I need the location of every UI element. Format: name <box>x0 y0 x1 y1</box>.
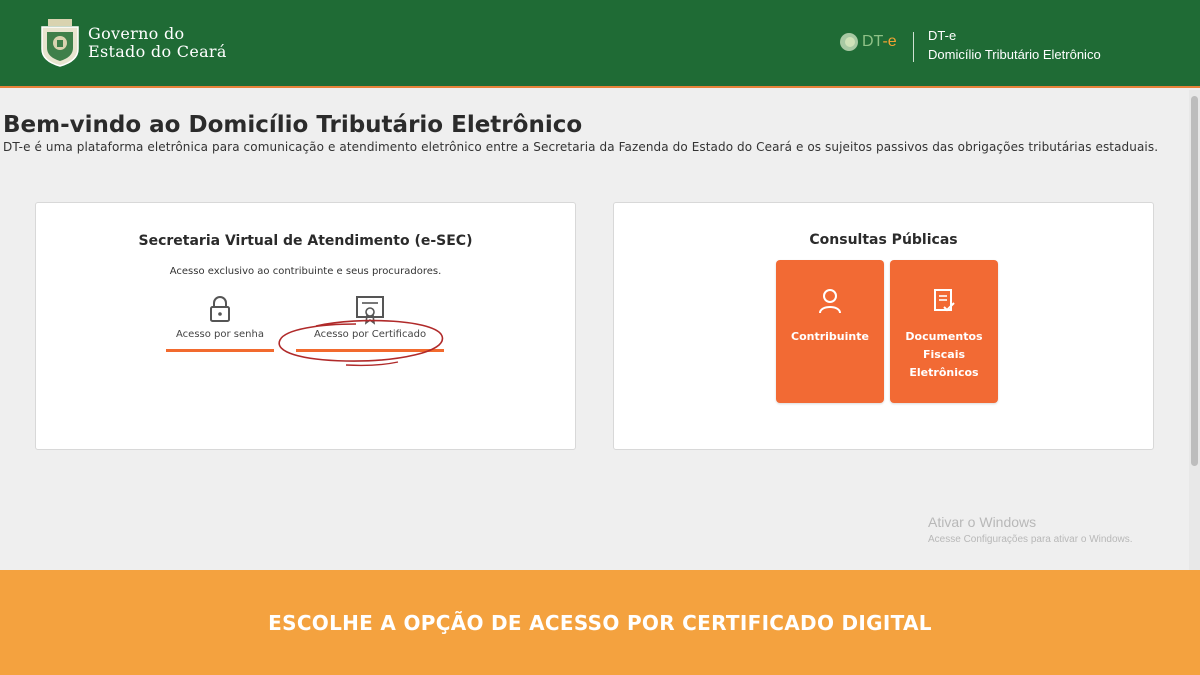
instruction-banner-text: ESCOLHE A OPÇÃO DE ACESSO POR CERTIFICAD… <box>268 610 932 635</box>
page-description: DT-e é uma plataforma eletrônica para co… <box>3 140 1159 154</box>
esec-card-title: Secretaria Virtual de Atendimento (e-SEC… <box>138 233 473 249</box>
taxpayer-tile-label: Contribuinte <box>791 330 869 343</box>
document-check-icon <box>934 289 955 312</box>
header-divider <box>913 32 914 62</box>
public-queries-tiles: Contribuinte Documentos Fiscais Eletrôni… <box>776 260 998 403</box>
page-scrollbar[interactable] <box>1189 90 1200 570</box>
esec-card: Secretaria Virtual de Atendimento (e-SEC… <box>35 202 576 450</box>
lock-icon <box>210 296 230 322</box>
electronic-tax-documents-tile[interactable]: Documentos Fiscais Eletrônicos <box>890 260 998 403</box>
dte-logo-suffix: -e <box>882 33 897 50</box>
app-name: Domicílio Tributário Eletrônico <box>928 47 1101 62</box>
password-access-underline <box>166 349 274 352</box>
certificate-access-button[interactable]: Acesso por Certificado <box>296 295 444 355</box>
password-access-label: Acesso por senha <box>176 329 264 340</box>
electronic-tax-documents-label: Documentos Fiscais Eletrônicos <box>905 330 983 379</box>
page-title: Bem-vindo ao Domicílio Tributário Eletrô… <box>3 112 583 138</box>
scrollbar-thumb[interactable] <box>1191 96 1198 466</box>
app-identity: DT-e Domicílio Tributário Eletrônico <box>928 28 1101 64</box>
certificate-icon <box>356 296 384 325</box>
app-code: DT-e <box>928 28 957 43</box>
site-header: Governo do Estado do Ceará DT-e DT-e Dom… <box>0 0 1200 88</box>
public-queries-title: Consultas Públicas <box>809 232 958 248</box>
user-icon <box>819 289 841 314</box>
government-line-2: Estado do Ceará <box>88 42 227 61</box>
public-queries-card: Consultas Públicas Contribuinte Document… <box>613 202 1154 450</box>
dte-logo: DT-e <box>840 33 897 51</box>
dte-logo-text: DT <box>862 33 883 50</box>
taxpayer-tile[interactable]: Contribuinte <box>776 260 884 403</box>
windows-activation-watermark: Ativar o Windows Acesse Configurações pa… <box>928 514 1133 547</box>
state-coat-of-arms-icon <box>41 19 79 67</box>
watermark-subtitle: Acesse Configurações para ativar o Windo… <box>928 534 1133 545</box>
password-access-button[interactable]: Acesso por senha <box>166 295 274 355</box>
government-line-1: Governo do <box>88 24 185 43</box>
instruction-banner: ESCOLHE A OPÇÃO DE ACESSO POR CERTIFICAD… <box>0 570 1200 675</box>
certificate-access-label: Acesso por Certificado <box>313 329 427 340</box>
watermark-title: Ativar o Windows <box>928 514 1037 530</box>
esec-card-subtitle: Acesso exclusivo ao contribuinte e seus … <box>169 266 442 277</box>
certificate-access-underline <box>296 349 444 352</box>
government-logo-text: Governo do Estado do Ceará <box>88 25 227 61</box>
dte-globe-icon <box>840 33 858 51</box>
